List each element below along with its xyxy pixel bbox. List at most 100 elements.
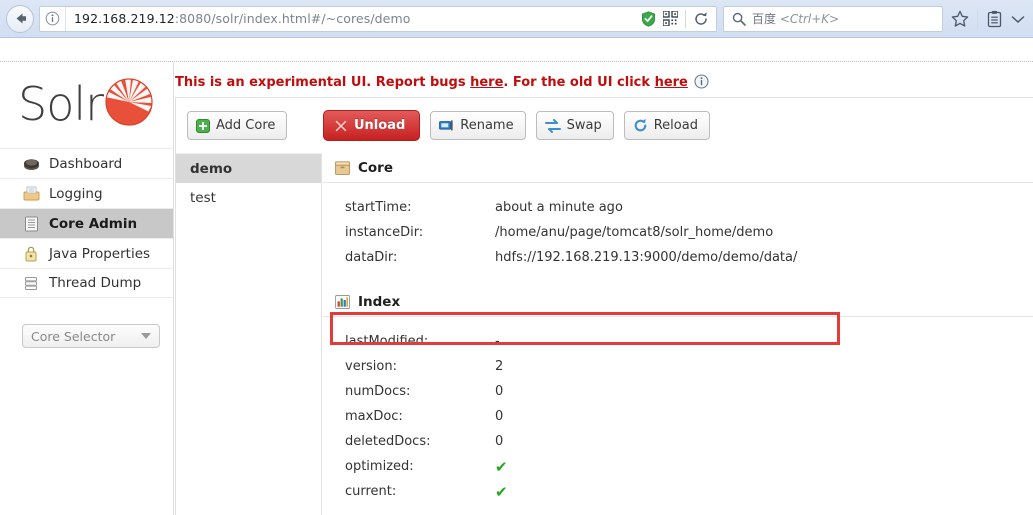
chevron-down-icon	[141, 333, 151, 339]
swap-button[interactable]: Swap	[535, 111, 614, 140]
left-sidebar: Solr Dashboard Logging Core Admin Java P…	[0, 62, 174, 515]
sidebar-item-label: Thread Dump	[49, 275, 142, 291]
property-value: 0	[495, 434, 504, 449]
thread-dump-icon	[22, 275, 40, 291]
info-icon[interactable]	[694, 74, 709, 93]
property-key: maxDoc:	[345, 409, 403, 424]
property-key: version:	[345, 359, 397, 374]
core-name: test	[190, 189, 216, 206]
search-placeholder: 百度 <Ctrl+K>	[752, 10, 839, 27]
core-list-item-test[interactable]: test	[176, 183, 321, 212]
table-row: maxDoc: 0	[323, 404, 1033, 429]
reload-core-button[interactable]: Reload	[623, 111, 710, 140]
property-key: instanceDir:	[345, 225, 424, 240]
unload-x-icon	[334, 119, 348, 133]
rename-icon	[439, 119, 454, 132]
property-key: numDocs:	[345, 384, 411, 399]
index-section-header: Index	[323, 287, 1033, 317]
sidebar-item-label: Dashboard	[49, 155, 123, 172]
property-key: deletedDocs:	[345, 434, 431, 449]
core-section-header: Core	[323, 153, 1033, 183]
toolbar-divider-2	[977, 9, 978, 28]
property-key: lastModified:	[345, 334, 429, 349]
shield-icon[interactable]	[641, 10, 656, 27]
logging-icon	[22, 186, 40, 202]
sidebar-item-logging[interactable]: Logging	[0, 178, 173, 208]
core-detail-pane: Core startTime: about a minute ago insta…	[323, 153, 1033, 515]
table-row: optimized: ✔	[323, 454, 1033, 479]
check-icon: ✔	[495, 457, 508, 476]
library-clipboard-icon[interactable]	[986, 10, 1003, 28]
core-selector-label: Core Selector	[31, 328, 116, 344]
property-key: optimized:	[345, 459, 414, 474]
index-section-title: Index	[358, 293, 401, 310]
old-ui-link[interactable]: here	[655, 75, 688, 90]
property-key: current:	[345, 484, 397, 499]
table-row: version: 2	[323, 354, 1033, 379]
dashboard-icon	[22, 156, 40, 172]
property-value: hdfs://192.168.219.13:9000/demo/demo/dat…	[495, 250, 798, 265]
index-properties-table: lastModified: - version: 2 numDocs: 0 ma…	[323, 317, 1033, 504]
sidebar-item-label: Core Admin	[49, 215, 138, 232]
search-shortcut-hint: <Ctrl+K>	[776, 12, 840, 26]
table-row: numDocs: 0	[323, 379, 1033, 404]
core-admin-icon	[22, 216, 40, 232]
core-list-item-demo[interactable]: demo	[176, 154, 321, 183]
table-row: lastModified: -	[323, 329, 1033, 354]
search-input[interactable]: 百度 <Ctrl+K>	[723, 5, 943, 32]
chrome-gap-strip	[0, 38, 1033, 62]
sidebar-nav: Dashboard Logging Core Admin Java Proper…	[0, 148, 173, 298]
core-list: demo test	[176, 153, 322, 515]
url-path: :8080/solr/index.html#/~cores/demo	[174, 11, 411, 26]
property-value: 2	[495, 359, 504, 374]
content-area: Add Core Unload Rename Swap Reload demo …	[175, 97, 1033, 515]
chevron-down-icon[interactable]	[1011, 14, 1025, 24]
sidebar-item-core-admin[interactable]: Core Admin	[0, 208, 173, 238]
search-engine-label: 百度	[752, 12, 777, 26]
solr-logo[interactable]: Solr	[0, 62, 173, 140]
add-core-button[interactable]: Add Core	[187, 111, 288, 140]
core-actions-group: Unload Rename Swap Reload	[323, 110, 710, 141]
table-row: instanceDir: /home/anu/page/tomcat8/solr…	[323, 220, 1033, 245]
add-core-label: Add Core	[216, 118, 276, 133]
property-value: /home/anu/page/tomcat8/solr_home/demo	[495, 225, 774, 240]
banner-text-2: . For the old UI click	[503, 75, 655, 90]
add-icon	[196, 118, 210, 133]
unload-label: Unload	[354, 118, 406, 133]
core-properties-table: startTime: about a minute ago instanceDi…	[323, 183, 1033, 270]
site-info-icon[interactable]	[40, 6, 66, 31]
index-chart-icon	[335, 294, 350, 309]
java-properties-icon	[22, 246, 40, 262]
solr-admin-page: This is an experimental UI. Report bugs …	[0, 62, 1033, 515]
sidebar-item-thread-dump[interactable]: Thread Dump	[0, 268, 173, 298]
qr-code-icon[interactable]	[663, 11, 678, 26]
sidebar-item-dashboard[interactable]: Dashboard	[0, 148, 173, 178]
toolbar-divider	[685, 9, 686, 28]
core-toolbar: Add Core Unload Rename Swap Reload	[176, 98, 1033, 153]
core-section-title: Core	[358, 159, 393, 176]
back-button[interactable]	[6, 4, 34, 33]
rename-button[interactable]: Rename	[430, 111, 526, 140]
report-bugs-link[interactable]: here	[470, 75, 503, 90]
check-icon: ✔	[495, 482, 508, 501]
sidebar-item-label: Java Properties	[49, 245, 151, 262]
reload-icon	[695, 11, 707, 25]
property-value: about a minute ago	[495, 200, 623, 215]
url-bar[interactable]: 192.168.219.12:8080/solr/index.html#/~co…	[39, 5, 717, 32]
sidebar-item-label: Logging	[49, 185, 103, 202]
reload-button[interactable]	[688, 7, 714, 31]
url-text[interactable]: 192.168.219.12:8080/solr/index.html#/~co…	[66, 11, 634, 26]
property-key: startTime:	[345, 200, 412, 215]
swap-label: Swap	[566, 118, 602, 133]
star-bookmark-icon[interactable]	[951, 10, 969, 28]
property-value: -	[495, 334, 500, 349]
back-arrow-icon	[16, 13, 26, 24]
experimental-ui-banner: This is an experimental UI. Report bugs …	[175, 74, 709, 93]
solr-sunburst-logo	[105, 78, 153, 126]
sidebar-item-java-properties[interactable]: Java Properties	[0, 238, 173, 268]
banner-text-1: This is an experimental UI. Report bugs	[175, 75, 471, 90]
property-value: 0	[495, 384, 504, 399]
core-selector-dropdown[interactable]: Core Selector	[22, 324, 160, 348]
unload-button[interactable]: Unload	[323, 110, 421, 141]
table-row: deletedDocs: 0	[323, 429, 1033, 454]
